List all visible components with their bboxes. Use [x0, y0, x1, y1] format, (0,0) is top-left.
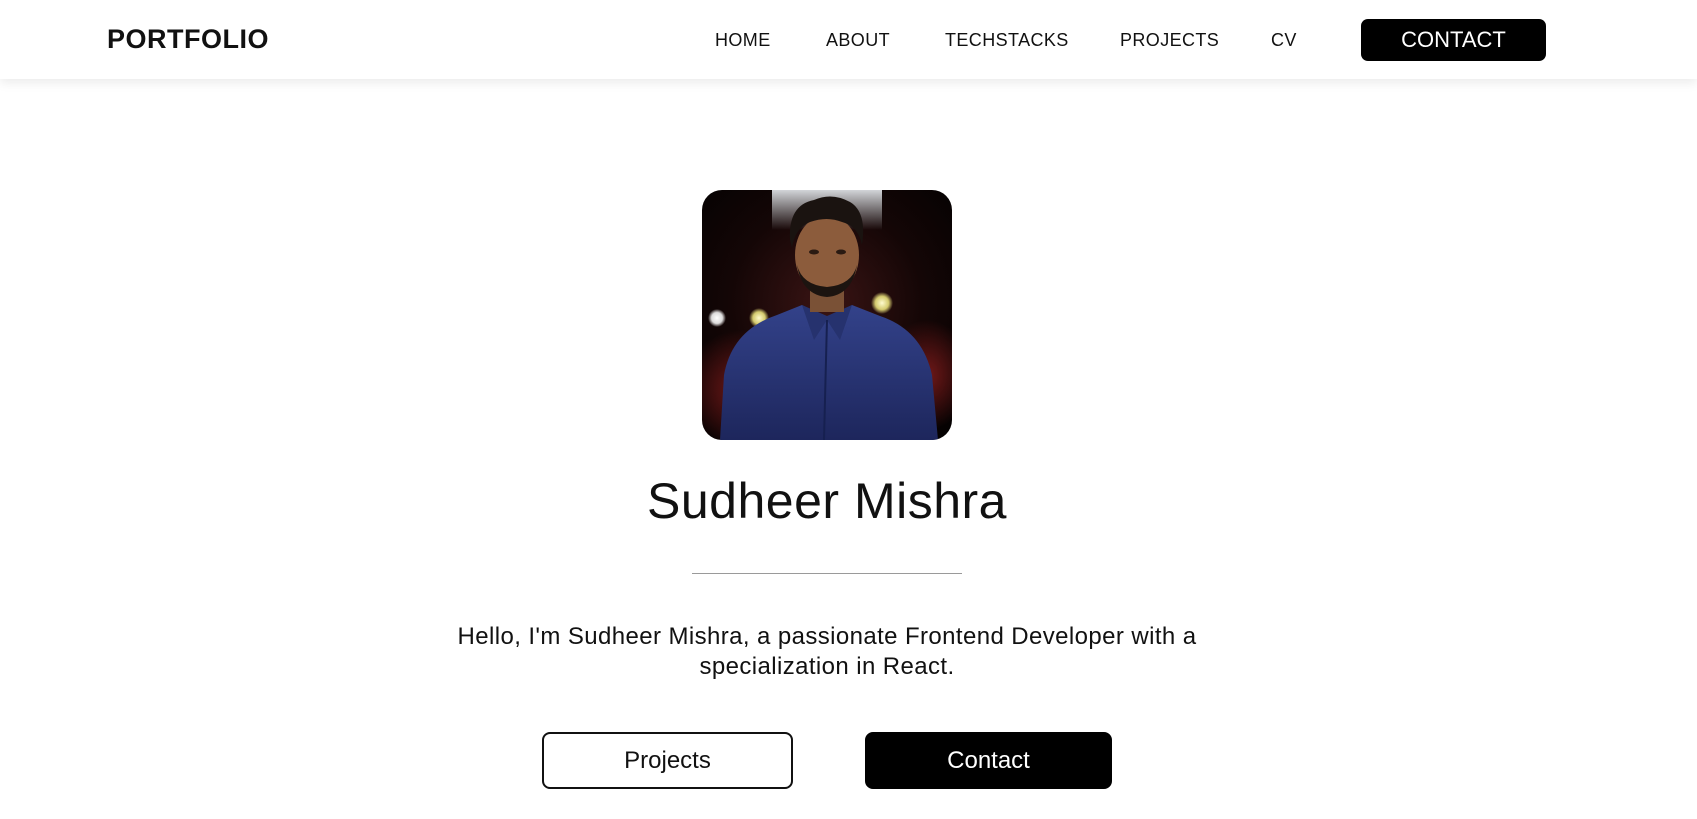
avatar: [702, 190, 952, 440]
nav-link-techstacks[interactable]: TECHSTACKS: [945, 30, 1069, 51]
contact-nav-button[interactable]: CONTACT: [1361, 19, 1546, 61]
hero-name: Sudheer Mishra: [647, 473, 1007, 529]
contact-button[interactable]: Contact: [865, 732, 1112, 789]
navbar: PORTFOLIO HOME ABOUT TECHSTACKS PROJECTS…: [0, 0, 1697, 79]
nav-link-about[interactable]: ABOUT: [826, 30, 890, 51]
nav-link-home[interactable]: HOME: [715, 30, 771, 51]
nav-link-cv[interactable]: CV: [1271, 30, 1297, 51]
brand-logo[interactable]: PORTFOLIO: [107, 24, 269, 55]
nav-link-projects[interactable]: PROJECTS: [1120, 30, 1219, 51]
divider: [692, 573, 962, 574]
hero-intro-text: Hello, I'm Sudheer Mishra, a passionate …: [457, 623, 1197, 680]
profile-photo: [702, 190, 952, 440]
projects-button[interactable]: Projects: [542, 732, 793, 789]
